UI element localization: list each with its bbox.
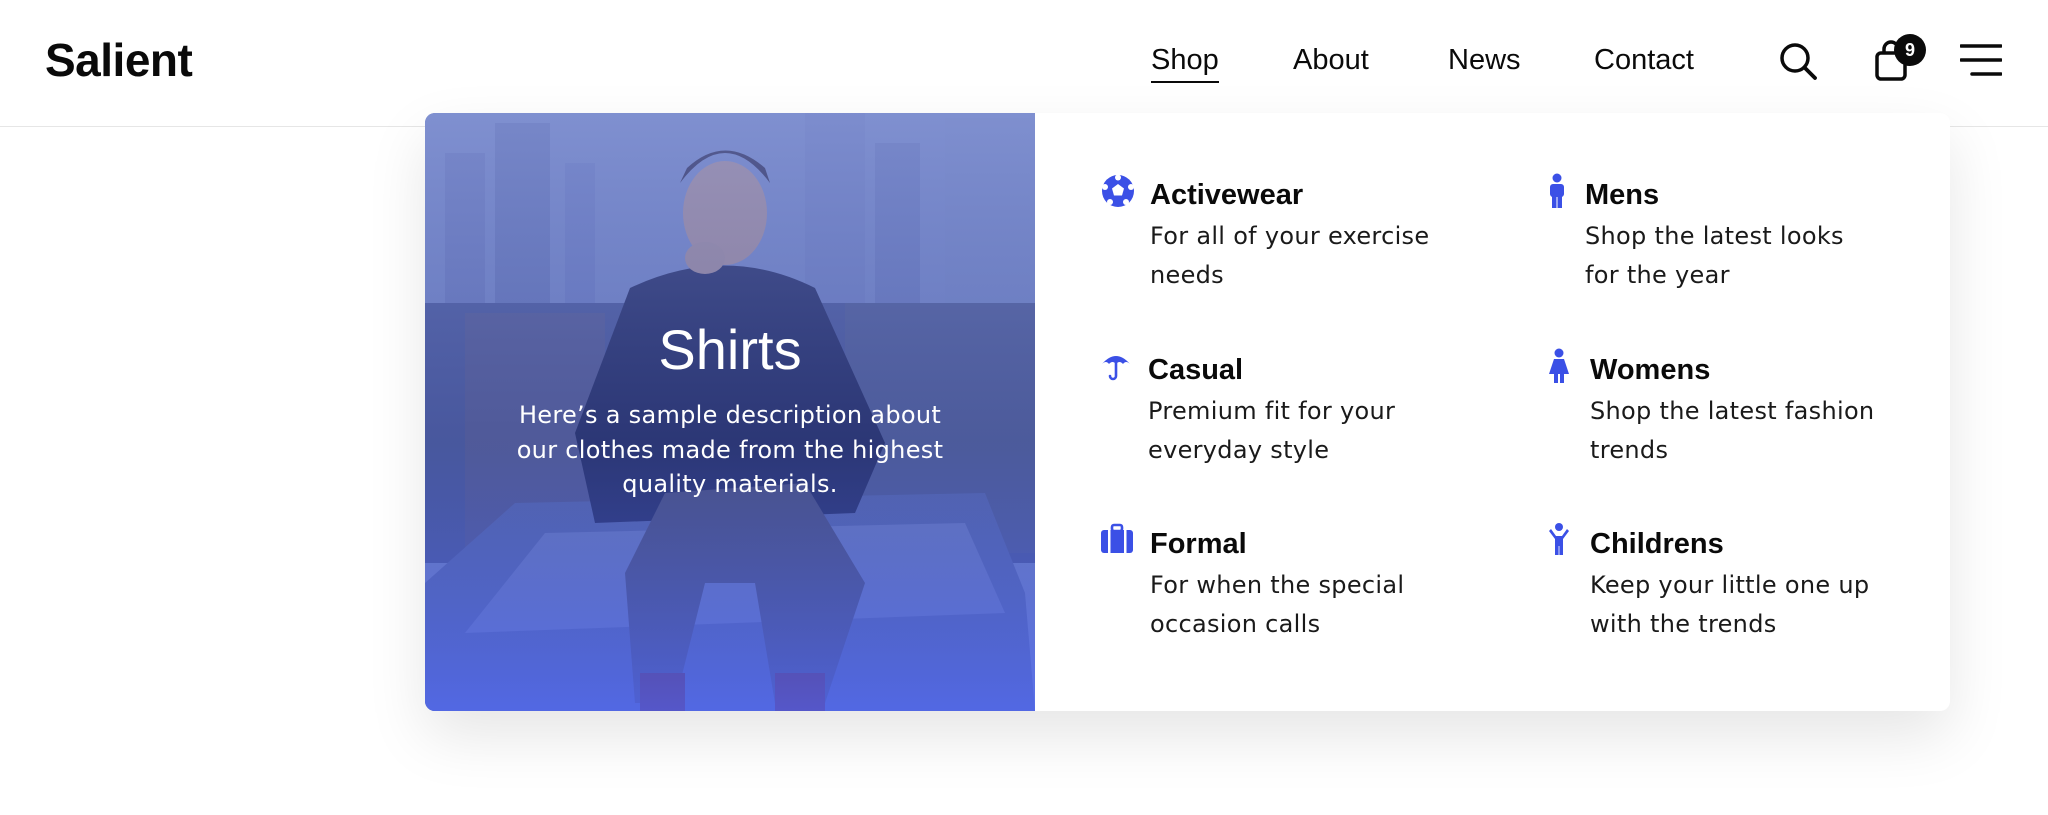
menu-icon[interactable]	[1959, 43, 2003, 77]
category-formal[interactable]: Formal For when the special occasion cal…	[1100, 522, 1460, 642]
soccer-ball-icon	[1100, 173, 1136, 209]
cart-count-badge: 9	[1894, 34, 1926, 66]
category-title: Formal	[1150, 528, 1247, 560]
category-title: Mens	[1585, 179, 1660, 211]
category-casual[interactable]: Casual Premium fit for your everyday sty…	[1100, 348, 1460, 468]
category-activewear[interactable]: Activewear For all of your exercise need…	[1100, 173, 1460, 293]
category-description: For when the special occasion calls	[1150, 571, 1405, 638]
male-icon	[1545, 173, 1581, 209]
category-description: Keep your little one up with the trends	[1590, 571, 1870, 638]
category-title: Activewear	[1150, 179, 1304, 211]
category-description: For all of your exercise needs	[1150, 222, 1430, 289]
category-title: Womens	[1590, 354, 1711, 386]
category-title: Casual	[1148, 354, 1244, 386]
logo[interactable]: Salient	[45, 30, 193, 90]
promo-description: Here’s a sample description about our cl…	[516, 401, 944, 498]
search-icon[interactable]	[1778, 41, 1818, 81]
category-mens[interactable]: Mens Shop the latest looks for the year	[1545, 173, 1905, 293]
female-icon	[1545, 348, 1581, 384]
site-header: Salient Shop About News Contact 9	[0, 0, 2048, 127]
category-womens[interactable]: Womens Shop the latest fashion trends	[1545, 348, 1905, 468]
category-childrens[interactable]: Childrens Keep your little one up with t…	[1545, 522, 1905, 642]
category-description: Premium fit for your everyday style	[1148, 397, 1396, 464]
promo-title: Shirts	[658, 318, 802, 381]
umbrella-icon	[1100, 348, 1136, 384]
shop-mega-menu: Shirts Here’s a sample description about…	[425, 113, 1950, 711]
nav-about[interactable]: About	[1293, 40, 1369, 80]
category-description: Shop the latest looks for the year	[1585, 222, 1844, 289]
briefcase-icon	[1100, 522, 1136, 558]
nav-news[interactable]: News	[1448, 40, 1521, 80]
category-description: Shop the latest fashion trends	[1590, 397, 1875, 464]
category-title: Childrens	[1590, 528, 1724, 560]
nav-shop[interactable]: Shop	[1151, 40, 1219, 83]
child-icon	[1545, 522, 1581, 558]
promo-card[interactable]: Shirts Here’s a sample description about…	[425, 113, 1035, 711]
nav-contact[interactable]: Contact	[1594, 40, 1694, 80]
